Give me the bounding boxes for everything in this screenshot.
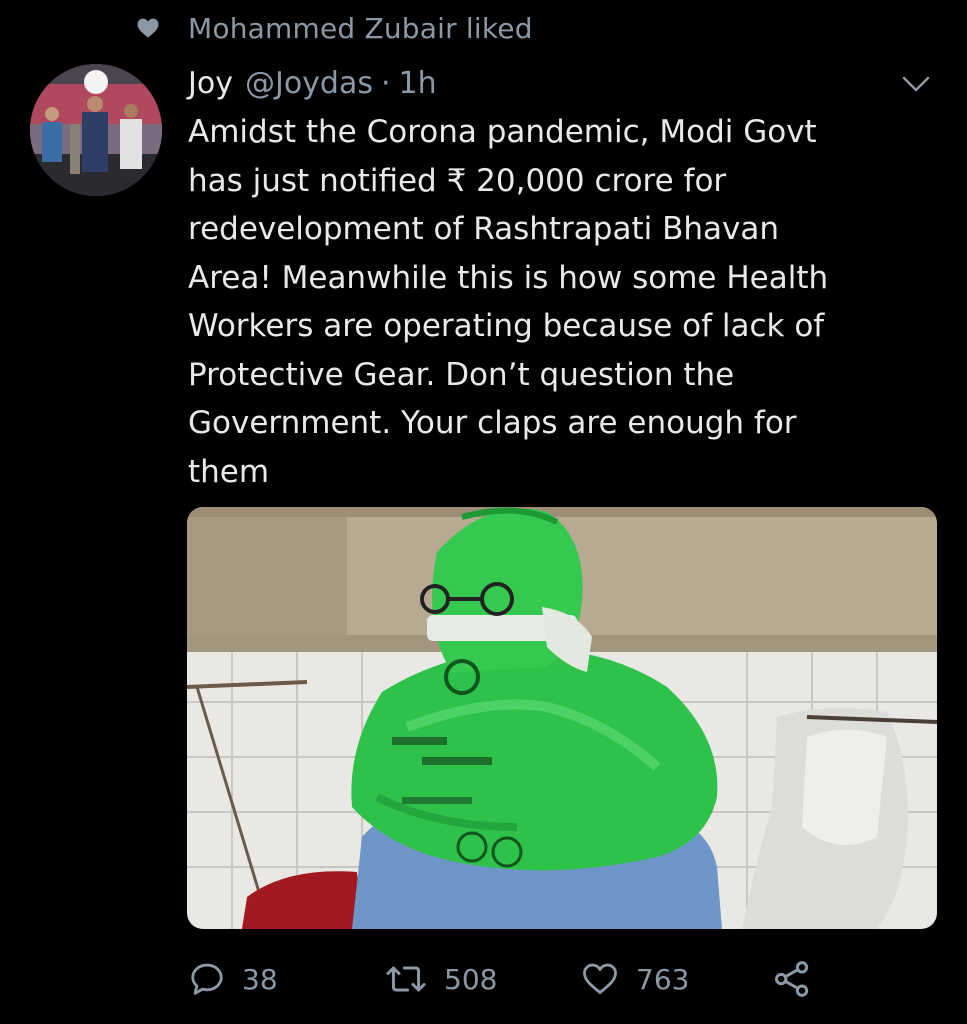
social-context-text: Mohammed Zubair liked: [188, 11, 533, 45]
tweet-text: Amidst the Corona pandemic, Modi Govt ha…: [188, 114, 829, 490]
like-count: 763: [636, 962, 690, 996]
reply-icon: [191, 963, 223, 995]
tweet-photo[interactable]: [187, 507, 937, 929]
retweet-button[interactable]: 508: [384, 956, 497, 1002]
tweet-actions: 38 508 763: [188, 956, 948, 1002]
share-button[interactable]: [772, 956, 828, 1002]
separator-dot: ·: [380, 65, 391, 101]
heart-filled-icon: [136, 16, 160, 40]
reply-count: 38: [242, 962, 278, 996]
retweet-icon: [386, 966, 426, 992]
author-handle[interactable]: @Joydas: [245, 66, 373, 101]
tweet-timestamp[interactable]: 1h: [399, 66, 437, 101]
tweet-header: Joy @Joydas · 1h: [188, 60, 437, 106]
social-context[interactable]: Mohammed Zubair liked: [136, 10, 533, 46]
author-display-name[interactable]: Joy: [188, 66, 233, 101]
chevron-down-icon[interactable]: [900, 72, 932, 96]
share-icon: [775, 961, 809, 997]
retweet-count: 508: [444, 962, 498, 996]
avatar[interactable]: [30, 64, 162, 196]
reply-button[interactable]: 38: [188, 956, 278, 1002]
heart-outline-icon: [583, 963, 617, 994]
like-button[interactable]: 763: [580, 956, 689, 1002]
